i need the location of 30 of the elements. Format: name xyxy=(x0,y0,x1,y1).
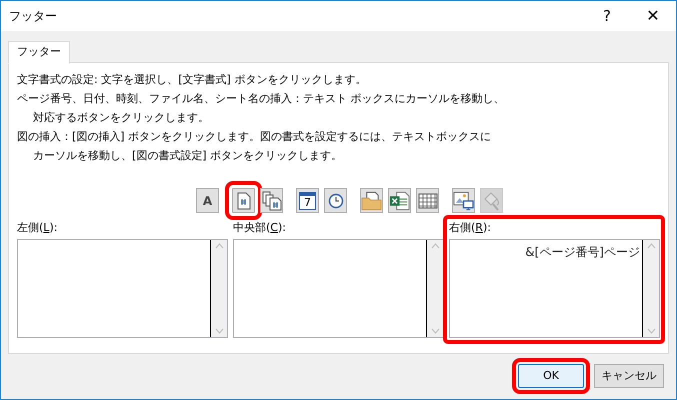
toolbar-button[interactable]: 7 xyxy=(296,188,319,213)
toolbar-button[interactable] xyxy=(452,188,475,213)
instruction-text: 対応するボタンをクリックします。 xyxy=(33,110,209,126)
toolbar-button[interactable]: A xyxy=(196,188,219,213)
instruction-text: カーソルを移動し、[図の書式設定] ボタンをクリックします。 xyxy=(33,148,342,164)
toolbar-button[interactable] xyxy=(260,188,283,213)
instruction-text: 図の挿入：[図の挿入] ボタンをクリックします。図の書式を設定するには、テキストボックスに xyxy=(17,129,492,145)
grid-icon xyxy=(418,192,438,208)
text-area[interactable]: &[ページ番号]ページ xyxy=(449,239,660,338)
instruction-text: ページ番号、日付、時刻、ファイル名、シート名の挿入：テキスト ボックスにカーソルを移動し、 xyxy=(17,91,504,107)
toolbar-button[interactable] xyxy=(324,188,347,213)
page-hash-icon xyxy=(236,192,252,210)
field-label: 左側(L): xyxy=(17,220,58,236)
pages-hash-icon xyxy=(262,190,282,210)
toolbar-button[interactable] xyxy=(360,188,383,213)
picture-monitor-icon xyxy=(453,190,474,210)
instruction-text: 文字書式の設定: 文字を選択し、[文字書式] ボタンをクリックします。 xyxy=(17,72,366,88)
tab[interactable]: フッター xyxy=(8,41,70,64)
calendar-icon: 7 xyxy=(299,192,316,210)
close-button[interactable]: ✕ xyxy=(630,1,676,31)
toolbar-button[interactable] xyxy=(388,188,411,213)
spreadsheet-file-icon xyxy=(389,190,410,210)
toolbar-button[interactable] xyxy=(416,188,439,213)
clock-icon xyxy=(328,192,344,208)
window-title: フッター xyxy=(9,8,57,25)
field-label: 右側(R): xyxy=(449,220,492,236)
help-button[interactable]: ? xyxy=(584,1,630,31)
field-label: 中央部(C): xyxy=(233,220,287,236)
dialog-button[interactable]: キャンセル xyxy=(594,364,664,388)
folder-document-icon xyxy=(361,190,382,210)
